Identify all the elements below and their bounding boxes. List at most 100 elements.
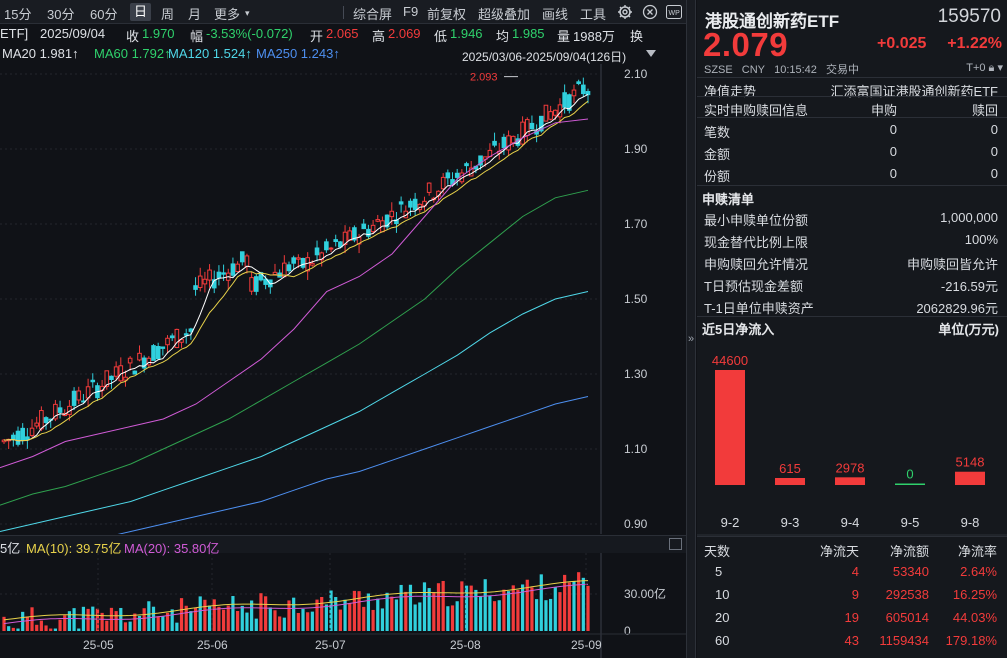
- net-rate-cell: 44.03%: [953, 610, 997, 625]
- candle: [376, 215, 380, 222]
- row-label: T-1日单位申赎资产: [704, 298, 814, 317]
- candle: [399, 196, 403, 212]
- period-month-tab[interactable]: 月: [188, 4, 201, 23]
- row-sell: 0: [991, 122, 998, 137]
- average-value: 1.985: [512, 26, 545, 41]
- candle: [385, 214, 389, 229]
- candle: [166, 335, 170, 353]
- kline-chart[interactable]: 2.101.901.701.501.301.100.902.093: [0, 64, 686, 534]
- row-label: 金额: [704, 144, 730, 163]
- volume-bar: [115, 611, 118, 631]
- x-tick-label: 25-06: [197, 638, 228, 652]
- volume-bar: [217, 607, 220, 631]
- volume-bar: [535, 599, 538, 631]
- candle: [423, 197, 427, 211]
- candle-body: [502, 137, 506, 147]
- period-60min-tab[interactable]: 60分: [90, 4, 117, 23]
- volume-bar: [423, 582, 426, 631]
- period-week-tab[interactable]: 周: [161, 4, 174, 23]
- inflow-bar: [835, 477, 865, 485]
- close-value: 1.970: [142, 26, 175, 41]
- candle: [35, 417, 39, 429]
- volume-bar: [7, 626, 10, 631]
- volume-bar: [63, 615, 66, 631]
- range-dropdown-icon[interactable]: [646, 50, 656, 57]
- overview-button[interactable]: 综合屏: [353, 4, 392, 23]
- creation-list-title: 申赎清单: [702, 189, 754, 208]
- super-overlay-button[interactable]: 超级叠加: [478, 4, 530, 23]
- ma20-legend: MA20 1.981↑: [2, 46, 79, 61]
- price-change: +0.025: [877, 35, 926, 53]
- forward-adjust-button[interactable]: 前复权: [427, 4, 466, 23]
- volume-bar: [175, 623, 178, 631]
- period-15min-tab[interactable]: 15分: [4, 4, 31, 23]
- volume-bar: [507, 591, 510, 631]
- days-cell: 10: [715, 587, 729, 602]
- divider-line: [697, 536, 1007, 537]
- gear-icon[interactable]: [617, 4, 633, 23]
- volume-bar: [273, 610, 276, 631]
- row-value: 2062829.96元: [916, 298, 998, 317]
- candle-body: [511, 136, 515, 142]
- list-row: 最小申赎单位份额 1,000,000: [697, 207, 1007, 228]
- volume-bar: [488, 596, 491, 631]
- row-sell: 0: [991, 166, 998, 181]
- candle-body: [245, 256, 249, 267]
- candle-body: [348, 231, 352, 240]
- period-day-tab[interactable]: 日: [130, 3, 151, 21]
- candle: [525, 117, 529, 142]
- row-label: T日预估现金差额: [704, 276, 803, 295]
- candle-body: [161, 347, 165, 348]
- volume-bar: [269, 607, 272, 631]
- candle: [147, 356, 151, 367]
- volume-bar: [456, 601, 459, 631]
- expand-arrow-icon[interactable]: »: [688, 333, 694, 345]
- days-cell: 20: [715, 610, 729, 625]
- candle: [138, 345, 142, 361]
- candle-body: [409, 201, 413, 207]
- panel-divider[interactable]: »: [686, 0, 696, 658]
- wp-icon[interactable]: WP: [666, 5, 682, 22]
- y-tick-label: 0.90: [624, 517, 648, 531]
- period-more-tab[interactable]: 更多: [214, 4, 240, 23]
- volume-panel-toggle[interactable]: [669, 538, 682, 550]
- candle-body: [455, 173, 459, 177]
- candle-body: [30, 428, 34, 435]
- candle: [175, 329, 179, 349]
- volume-bar: [35, 625, 38, 631]
- volume-bar: [315, 600, 318, 631]
- candle-body: [413, 199, 417, 209]
- volume-bar: [414, 604, 417, 631]
- candle: [413, 193, 417, 216]
- max-price-marker: 2.093: [470, 72, 498, 84]
- candle-body: [553, 110, 557, 115]
- volume-bar: [161, 616, 164, 631]
- candle-body: [35, 423, 39, 426]
- ma250-legend: MA250 1.243↑: [256, 46, 340, 61]
- volume-chart[interactable]: 30.00亿025-0525-0625-0725-0825-09: [0, 553, 686, 658]
- period-30min-tab[interactable]: 30分: [47, 4, 74, 23]
- realtime-row: 份额 0 0: [697, 163, 1007, 184]
- candle-body: [250, 278, 254, 292]
- f9-button[interactable]: F9: [403, 4, 418, 19]
- inflow-date-label: 9-2: [721, 515, 740, 530]
- candle: [273, 264, 277, 276]
- chevron-down-icon[interactable]: ▾: [997, 62, 1003, 74]
- volume-bar: [259, 593, 262, 631]
- candle: [577, 80, 581, 85]
- table-row: 5 4 53340 2.64%: [697, 561, 1007, 583]
- candle-body: [170, 336, 174, 338]
- list-row: 申购赎回允许情况 申购赎回皆允许: [697, 251, 1007, 272]
- realtime-row: 笔数 0 0: [697, 119, 1007, 140]
- y-tick-label: 0: [624, 624, 631, 638]
- candle: [381, 216, 385, 231]
- candle-body: [44, 418, 48, 423]
- candle-body: [446, 173, 450, 178]
- draw-line-button[interactable]: 画线: [542, 4, 568, 23]
- close-icon[interactable]: [642, 4, 658, 23]
- candle: [511, 136, 515, 147]
- candle: [63, 409, 67, 416]
- volume-bar: [213, 599, 216, 631]
- tools-button[interactable]: 工具: [580, 4, 606, 23]
- more-dropdown-icon[interactable]: ▾: [245, 8, 250, 19]
